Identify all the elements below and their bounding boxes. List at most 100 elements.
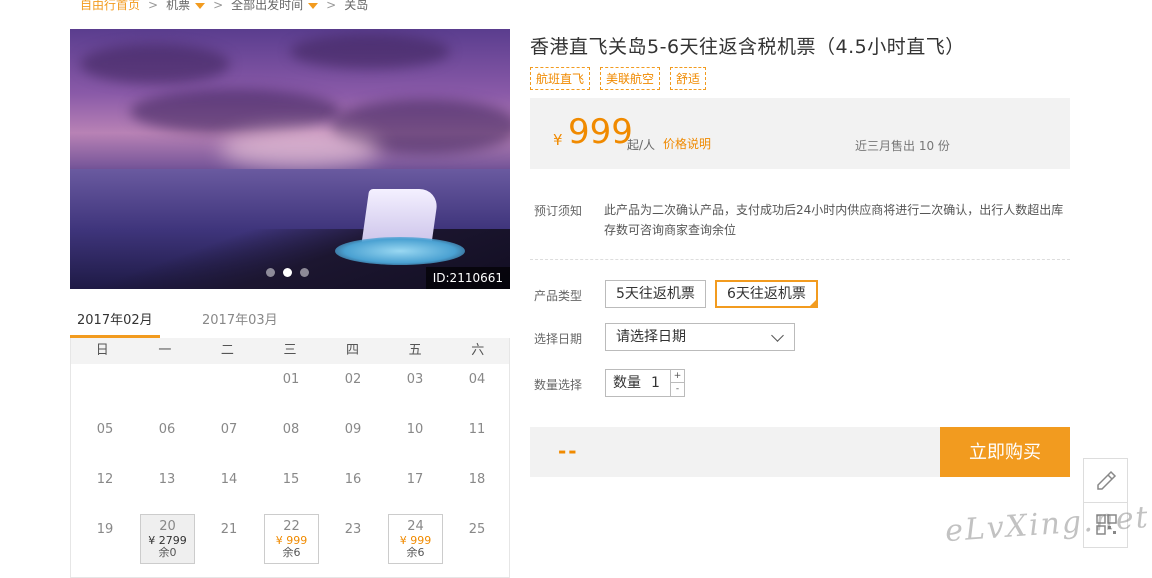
calendar-day: 19 [74, 514, 136, 564]
calendar-day: 06 [136, 414, 198, 464]
calendar-day-number: 06 [158, 422, 176, 437]
calendar-day-number: 03 [406, 372, 424, 387]
product-type-label: 产品类型 [534, 289, 583, 303]
calendar-day-number: 07 [220, 422, 238, 437]
buy-now-button[interactable]: 立即购买 [940, 427, 1070, 477]
calendar-day-number: 16 [344, 472, 362, 487]
breadcrumb-separator: > [326, 0, 337, 12]
calendar-empty-cell [198, 364, 260, 414]
calendar-day: 15 [260, 464, 322, 514]
calendar-day: 25 [446, 514, 508, 564]
date-select[interactable]: 请选择日期 [605, 323, 795, 351]
calendar-day: 17 [384, 464, 446, 514]
calendar-days: 01 02 03 04 05 06 07 08 09 10 11 12 13 14 15 16 17 18 19 20… [71, 364, 509, 564]
calendar-day-number: 17 [406, 472, 424, 487]
weekday-sun: 日 [95, 343, 109, 358]
divider [530, 259, 1070, 260]
price-explanation-link[interactable]: 价格说明 [663, 135, 711, 152]
weekday-sat: 六 [471, 343, 485, 358]
calendar-day-number: 10 [406, 422, 424, 437]
calendar-day-number: 21 [220, 522, 238, 537]
feedback-tool[interactable] [1083, 458, 1128, 503]
calendar-day-number: 04 [468, 372, 486, 387]
calendar-day-number: 09 [344, 422, 362, 437]
calendar-day-number: 18 [468, 472, 486, 487]
quantity-label: 数量选择 [534, 378, 583, 392]
image-cloud [290, 34, 450, 69]
calendar-day-remaining: 余6 [282, 546, 301, 559]
breadcrumb-separator: > [148, 0, 159, 12]
date-select-value: 请选择日期 [616, 329, 686, 345]
image-cloud [130, 89, 340, 134]
product-title: 香港直飞关岛5-6天往返含税机票（4.5小时直飞） [530, 36, 965, 58]
image-cloud [80, 44, 230, 84]
calendar-day-number: 19 [96, 522, 114, 537]
calendar-day: 18 [446, 464, 508, 514]
image-sun-glow [220, 129, 380, 169]
price-calendar: 日 一 二 三 四 五 六 01 02 03 04 05 06 07 08 09 10 11 12 13… [70, 338, 510, 578]
tag-direct-flight: 航班直飞 [530, 67, 591, 90]
calendar-day: 10 [384, 414, 446, 464]
price-box: ¥ 999 起/人 价格说明 近三月售出 10 份 [530, 98, 1070, 169]
breadcrumb-item-departure-time[interactable]: 全部出发时间 [231, 0, 319, 13]
weekday-mon: 一 [158, 343, 172, 358]
calendar-day-number: 13 [158, 472, 176, 487]
quantity-minus-button[interactable]: - [671, 383, 684, 395]
currency-symbol: ¥ [553, 131, 563, 149]
sold-count: 近三月售出 10 份 [855, 139, 950, 153]
total-bar: -- [530, 427, 940, 477]
product-tags: 航班直飞 美联航空 舒适 [530, 67, 707, 90]
breadcrumb: 自由行首页 > 机票 > 全部出发时间 > 关岛 [80, 0, 368, 13]
carousel-dots [266, 268, 309, 277]
calendar-day-number: 08 [282, 422, 300, 437]
weekday-wed: 三 [283, 343, 297, 358]
caret-down-icon [195, 2, 206, 9]
calendar-day: 11 [446, 414, 508, 464]
quantity-value[interactable]: 1 [651, 370, 660, 396]
option-5-day-ticket[interactable]: 5天往返机票 [605, 280, 706, 308]
weekday-fri: 五 [408, 343, 422, 358]
price-unit: 起/人 [627, 138, 656, 152]
calendar-day[interactable]: 24 ¥ 999 余6 [388, 514, 443, 564]
calendar-day-remaining: 余0 [158, 546, 177, 559]
date-label: 选择日期 [534, 332, 583, 346]
calendar-empty-cell [136, 364, 198, 414]
calendar-day[interactable]: 20 ¥ 2799 余0 [140, 514, 195, 564]
calendar-day-number: 20 [159, 519, 176, 534]
tab-month-mar[interactable]: 2017年03月 [202, 309, 278, 338]
quantity-prefix: 数量 [613, 375, 641, 391]
calendar-empty-cell [74, 364, 136, 414]
breadcrumb-item-destination[interactable]: 关岛 [344, 0, 368, 13]
calendar-day: 21 [198, 514, 260, 564]
calendar-day-number: 02 [344, 372, 362, 387]
carousel-dot[interactable] [266, 268, 275, 277]
carousel-dot[interactable] [300, 268, 309, 277]
image-pool [335, 237, 465, 265]
product-image-carousel[interactable]: ID:2110661 [70, 29, 510, 289]
calendar-day-number: 22 [283, 519, 300, 534]
calendar-day-number: 01 [282, 372, 300, 387]
calendar-day-number: 15 [282, 472, 300, 487]
quantity-plus-button[interactable]: + [671, 370, 684, 383]
breadcrumb-home-link[interactable]: 自由行首页 [80, 0, 140, 13]
edit-icon [1097, 470, 1117, 490]
caret-down-icon [308, 2, 319, 9]
calendar-day: 01 [260, 364, 322, 414]
tab-month-feb[interactable]: 2017年02月 [70, 309, 160, 338]
quantity-stepper[interactable]: 数量 1 + - [605, 369, 685, 397]
chevron-down-icon [771, 329, 784, 342]
option-6-day-ticket-selected[interactable]: 6天往返机票 [715, 280, 818, 308]
calendar-day-number: 12 [96, 472, 114, 487]
calendar-day[interactable]: 22 ¥ 999 余6 [264, 514, 319, 564]
booking-notice-label: 预订须知 [534, 204, 583, 218]
product-id-tag: ID:2110661 [425, 267, 510, 289]
weekday-thu: 四 [346, 343, 360, 358]
calendar-day: 07 [198, 414, 260, 464]
calendar-day-number: 11 [468, 422, 486, 437]
tag-comfort: 舒适 [670, 67, 707, 90]
breadcrumb-item-flights[interactable]: 机票 [166, 0, 206, 13]
calendar-day-number: 05 [96, 422, 114, 437]
calendar-day-number: 24 [407, 519, 424, 534]
calendar-day: 23 [322, 514, 384, 564]
carousel-dot-active[interactable] [283, 268, 292, 277]
